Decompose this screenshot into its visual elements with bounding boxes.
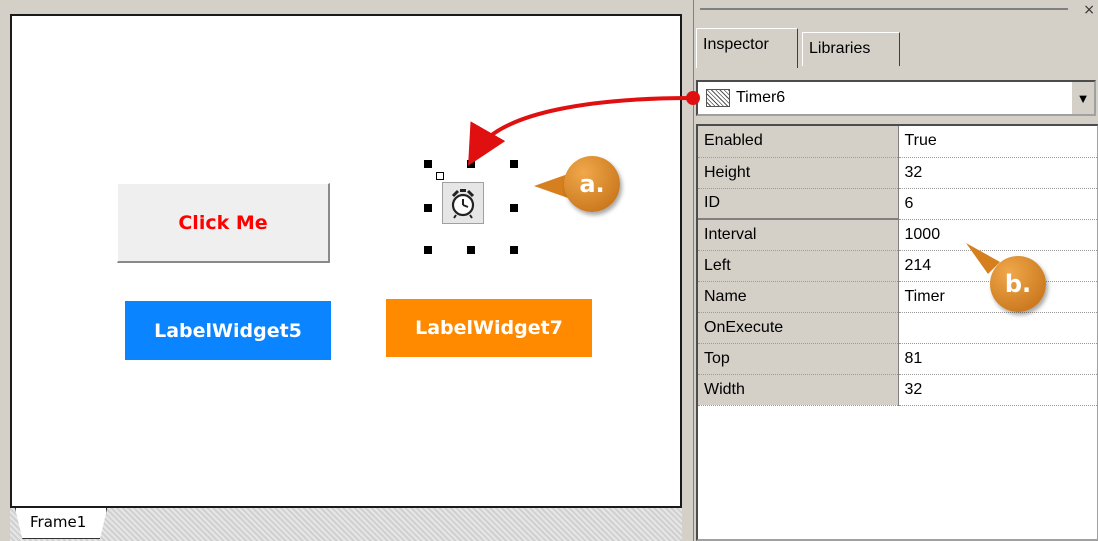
annotation-overlay (468, 91, 1000, 274)
arrow-origin-dot (686, 91, 700, 105)
callout-b: b. (990, 256, 1046, 312)
callout-a: a. (564, 156, 620, 212)
pointer-arrow (468, 96, 694, 166)
callout-a-pointer (534, 174, 568, 198)
